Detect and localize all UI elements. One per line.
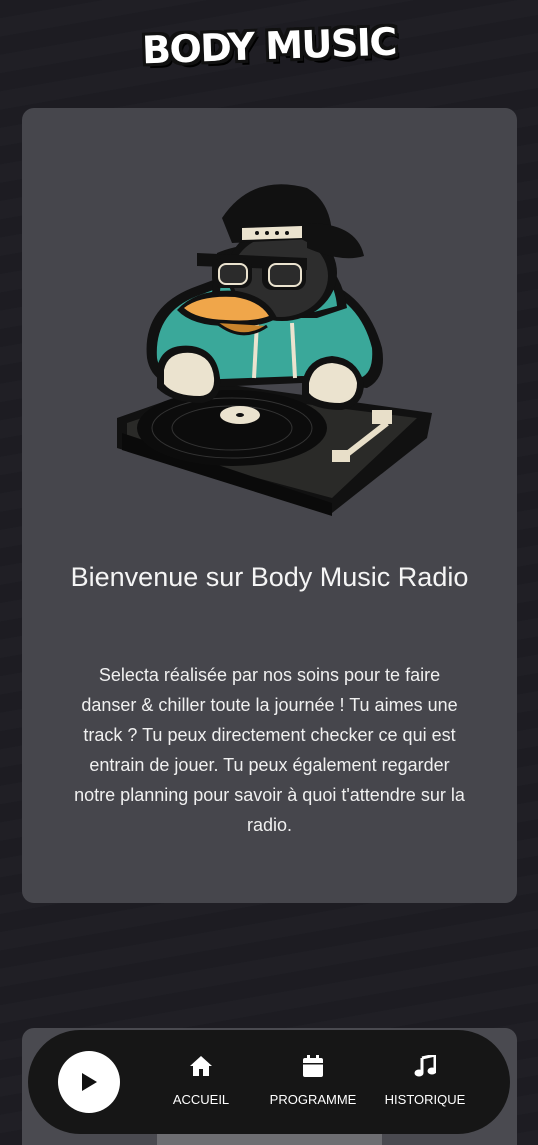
- play-icon: [82, 1073, 97, 1091]
- music-note-icon: [414, 1055, 436, 1077]
- calendar-icon: [303, 1055, 323, 1077]
- welcome-description: Selecta réalisée par nos soins pour te f…: [74, 665, 465, 835]
- nav-programme[interactable]: PROGRAMME: [258, 1052, 368, 1107]
- home-icon: [190, 1056, 212, 1076]
- nav-historique[interactable]: HISTORIQUE: [370, 1052, 480, 1107]
- player-bar: ACCUEIL PROGRAMME HISTORIQUE: [28, 1030, 510, 1134]
- page: BODY MUSIC Bienvenue sur Body Music Radi…: [0, 0, 538, 1145]
- brand-logo[interactable]: BODY MUSIC: [141, 20, 396, 73]
- nav-label-accueil: ACCUEIL: [172, 1092, 230, 1107]
- welcome-card: Bienvenue sur Body Music Radio Selecta r…: [22, 108, 517, 903]
- nav-label-historique: HISTORIQUE: [384, 1092, 466, 1107]
- nav-label-programme: PROGRAMME: [269, 1092, 357, 1107]
- nav-accueil[interactable]: ACCUEIL: [146, 1052, 256, 1107]
- card-image-strip: [157, 1133, 382, 1145]
- header: BODY MUSIC: [0, 16, 538, 76]
- play-button[interactable]: [58, 1051, 120, 1113]
- dj-duck-illustration: [117, 184, 432, 516]
- welcome-title: Bienvenue sur Body Music Radio: [70, 562, 469, 592]
